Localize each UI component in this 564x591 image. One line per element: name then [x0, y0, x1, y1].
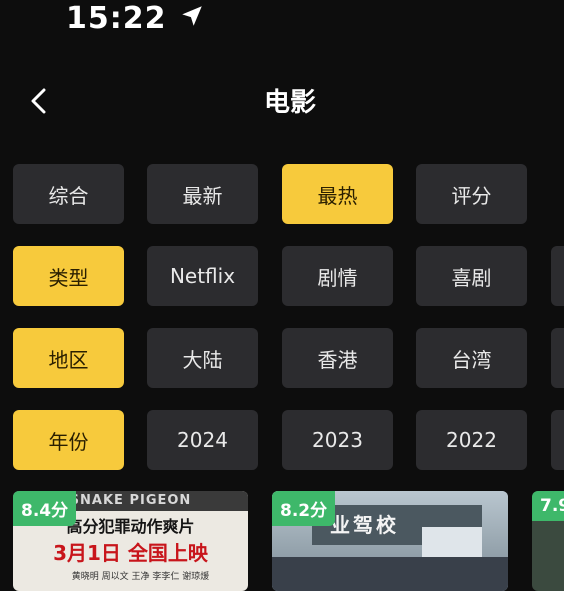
chip-sort-comprehensive[interactable]: 综合: [13, 164, 124, 224]
score-badge: 7.9: [532, 491, 564, 521]
location-arrow-icon: [179, 3, 205, 33]
chip-region-taiwan[interactable]: 台湾: [416, 328, 527, 388]
chip-type-netflix[interactable]: Netflix: [147, 246, 258, 306]
chip-year-2023[interactable]: 2023: [282, 410, 393, 470]
clock: 15:22: [66, 0, 167, 36]
score-badge: 8.4分: [13, 491, 77, 526]
poster-ground: [272, 557, 508, 591]
poster-release: 3月1日 全国上映: [53, 541, 208, 565]
page-title: 电影: [263, 88, 316, 118]
movie-card[interactable]: SNAKE PIGEON 高分犯罪动作爽片 3月1日 全国上映 黄晓明 周以文 …: [13, 491, 248, 591]
score-badge: 8.2分: [272, 491, 336, 526]
poster-sign: 业驾校: [330, 513, 399, 537]
chip-region-more[interactable]: [551, 328, 564, 388]
chip-sort-hottest[interactable]: 最热: [282, 164, 393, 224]
chip-type-label[interactable]: 类型: [13, 246, 124, 306]
chip-region-hongkong[interactable]: 香港: [282, 328, 393, 388]
chip-region-mainland[interactable]: 大陆: [147, 328, 258, 388]
chip-type-drama[interactable]: 剧情: [282, 246, 393, 306]
chip-type-more[interactable]: [551, 246, 564, 306]
movie-card[interactable]: 业驾校 8.2分: [272, 491, 508, 591]
chip-type-comedy[interactable]: 喜剧: [416, 246, 527, 306]
chip-sort-rating[interactable]: 评分: [416, 164, 527, 224]
chip-year-2024[interactable]: 2024: [147, 410, 258, 470]
movie-card[interactable]: 7.9: [532, 491, 564, 591]
status-bar: 15:22: [66, 0, 205, 36]
chip-year-label[interactable]: 年份: [13, 410, 124, 470]
chip-year-more[interactable]: [551, 410, 564, 470]
poster-credits: 黄晓明 周以文 王净 李李仁 谢琼煖: [71, 572, 210, 582]
chip-sort-newest[interactable]: 最新: [147, 164, 258, 224]
chip-region-label[interactable]: 地区: [13, 328, 124, 388]
chip-year-2022[interactable]: 2022: [416, 410, 527, 470]
